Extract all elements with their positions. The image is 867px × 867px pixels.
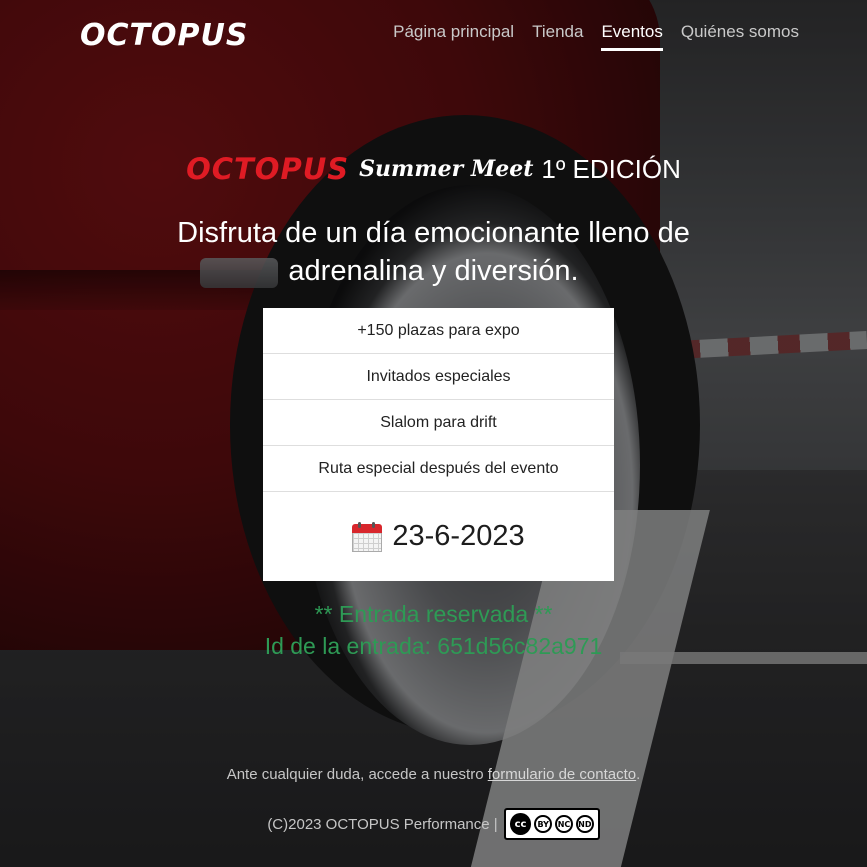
feature-item: Invitados especiales	[263, 354, 614, 400]
event-date-row: 23-6-2023	[263, 492, 614, 581]
reservation-info: ** Entrada reservada ** Id de la entrada…	[0, 598, 867, 662]
event-edition: 1º EDICIÓN	[541, 153, 681, 184]
site-header: OCTOPUS Página principal Tienda Eventos …	[0, 0, 867, 70]
event-features-card: +150 plazas para expo Invitados especial…	[263, 308, 614, 581]
event-tagline: Disfruta de un día emocionante lleno de …	[177, 217, 690, 287]
event-title: OCTOPUS Summer Meet 1º EDICIÓN	[0, 152, 867, 186]
feature-item: Slalom para drift	[263, 400, 614, 446]
nav-link-home[interactable]: Página principal	[393, 22, 514, 51]
event-date: 23-6-2023	[392, 520, 525, 552]
license-nc-icon: NC	[555, 815, 573, 833]
page: OCTOPUS Página principal Tienda Eventos …	[0, 0, 867, 867]
event-name: Summer Meet	[359, 156, 534, 182]
ticket-id: Id de la entrada: 651d56c82a971	[264, 633, 603, 659]
creative-commons-badge[interactable]: cc BY NC ND	[503, 808, 600, 840]
calendar-icon	[352, 521, 383, 552]
event-brand: OCTOPUS	[186, 152, 350, 186]
feature-item: +150 plazas para expo	[263, 308, 614, 354]
reservation-status: ** Entrada reservada **	[314, 601, 553, 627]
nav-link-events[interactable]: Eventos	[601, 22, 663, 51]
contact-form-link[interactable]: formulario de contacto	[488, 766, 636, 783]
main-nav: Página principal Tienda Eventos Quiénes …	[393, 22, 799, 51]
license-by-icon: BY	[534, 815, 553, 833]
cc-icon: cc	[509, 813, 532, 835]
feature-item: Ruta especial después del evento	[263, 446, 614, 492]
octopus-logo[interactable]: OCTOPUS	[80, 18, 248, 53]
footer-copyright: (C)2023 OCTOPUS Performance | cc BY NC N…	[0, 808, 867, 840]
footer-help-text: Ante cualquier duda, accede a nuestro	[226, 766, 484, 783]
license-nd-icon: ND	[575, 815, 594, 833]
nav-link-shop[interactable]: Tienda	[532, 22, 583, 51]
footer-help-suffix: .	[636, 766, 641, 783]
footer-help: Ante cualquier duda, accede a nuestro fo…	[0, 766, 867, 783]
copyright-text: (C)2023 OCTOPUS Performance |	[267, 815, 498, 833]
nav-link-about[interactable]: Quiénes somos	[681, 22, 799, 51]
